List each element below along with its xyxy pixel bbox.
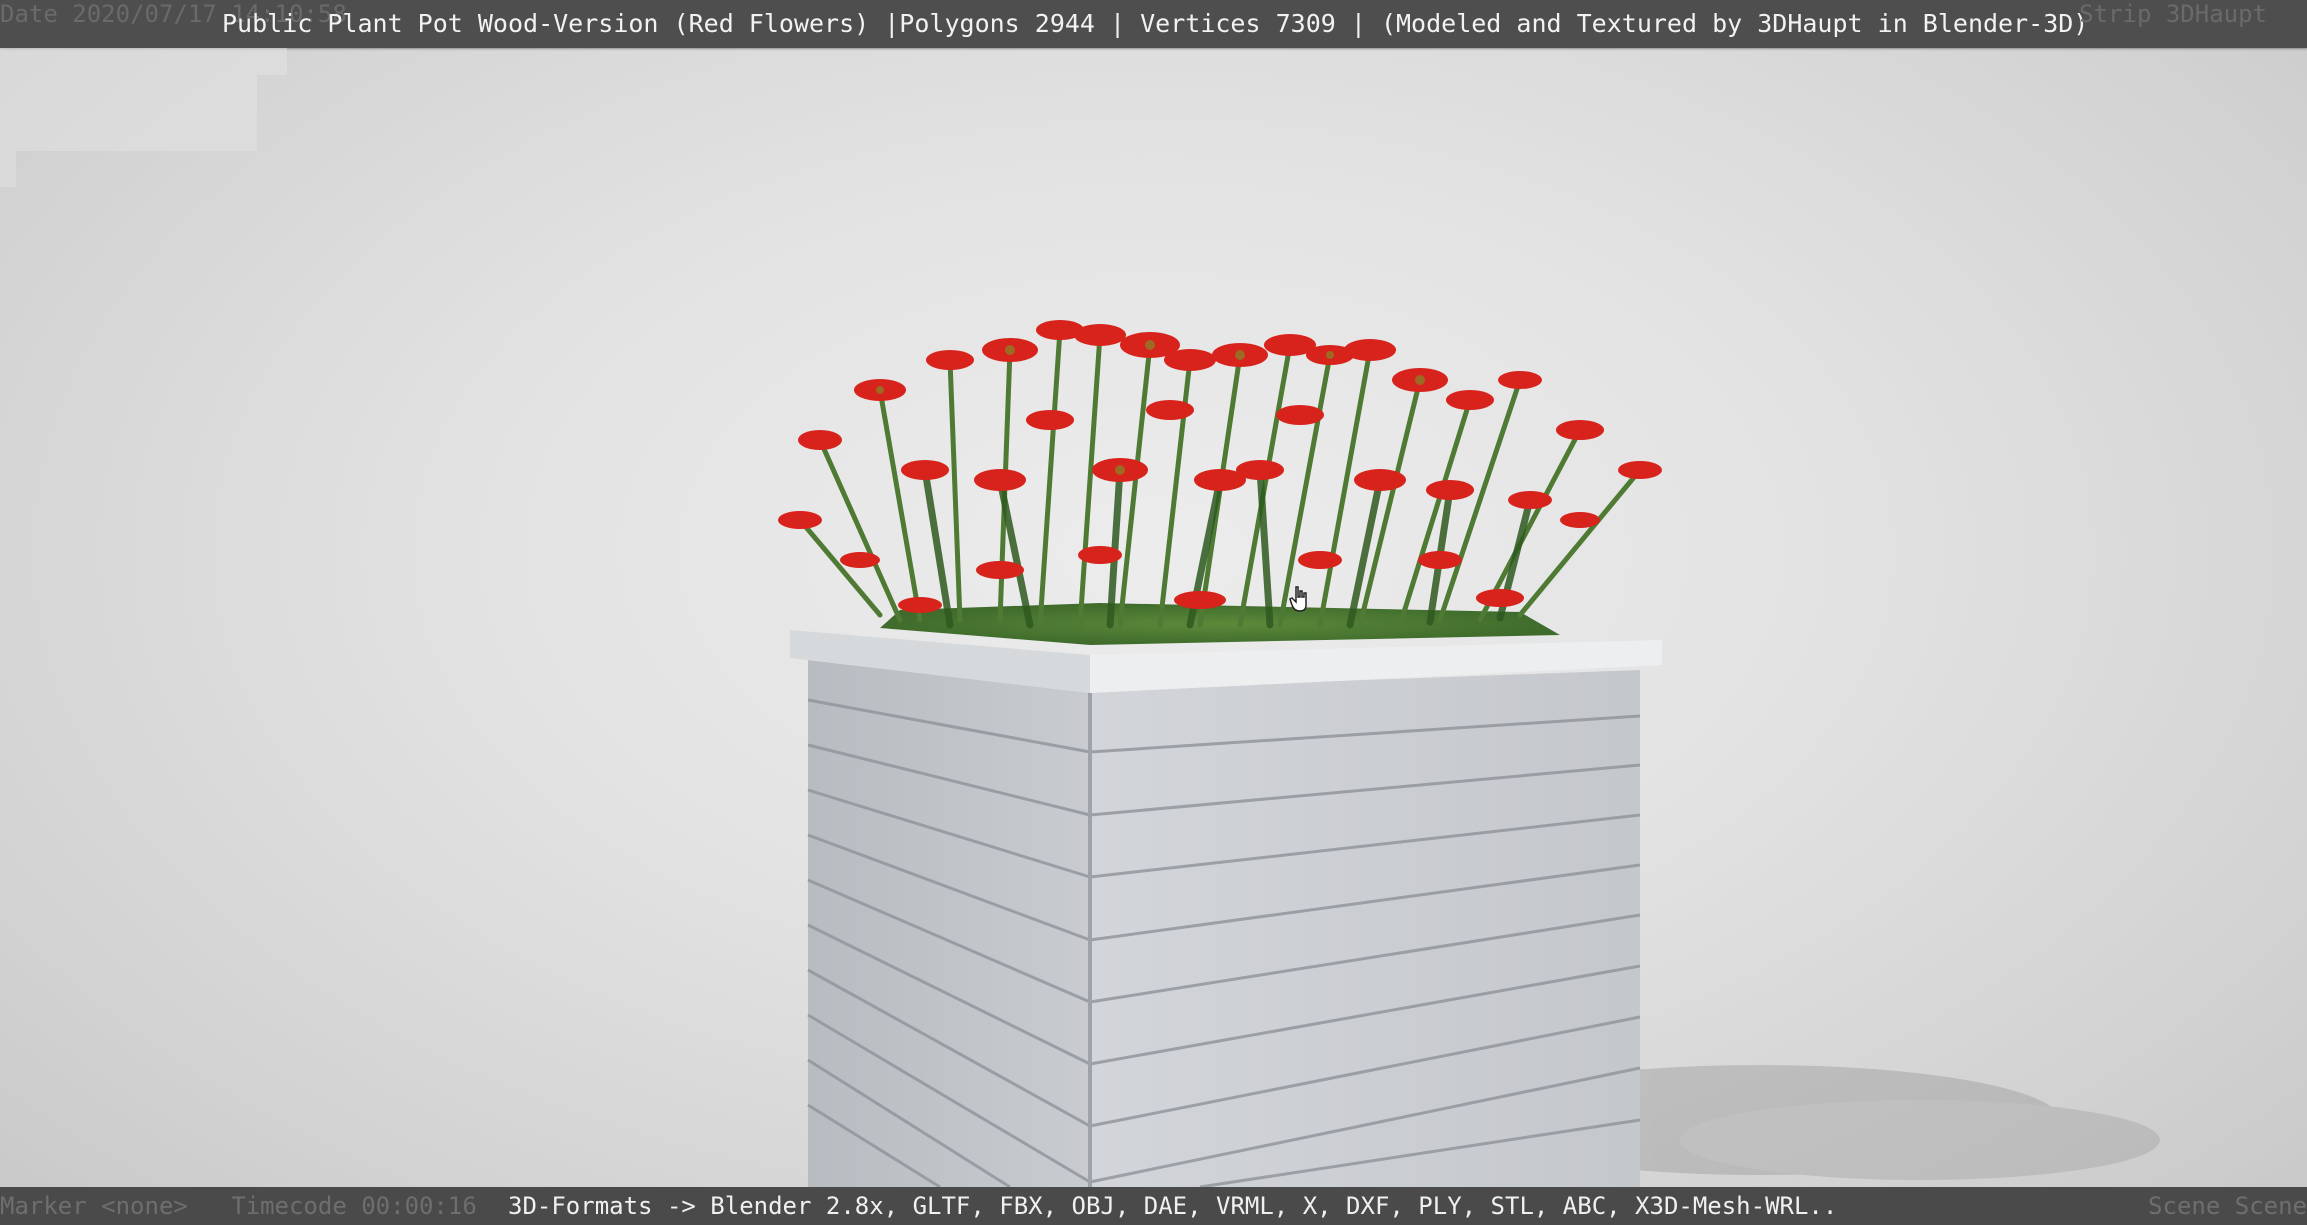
render-info-footer: Marker <none> Timecode 00:00:16 3D-Forma… [0,1187,2307,1225]
hand-cursor-icon [1289,586,1307,612]
3d-viewport[interactable] [0,48,2307,1187]
render-title: Public Plant Pot Wood-Version (Red Flowe… [222,9,2089,38]
stamp-marker: Marker <none> Timecode 00:00:16 [0,1192,477,1220]
render-info-header: Date 2020/07/17 14:10:58 Public Plant Po… [0,0,2307,48]
formats-list: 3D-Formats -> Blender 2.8x, GLTF, FBX, O… [508,1192,1838,1220]
stamp-scene: Scene Scene [2148,1192,2307,1220]
plant-pot [790,603,1662,1187]
stamp-strip: Strip 3DHaupt [2079,0,2267,28]
